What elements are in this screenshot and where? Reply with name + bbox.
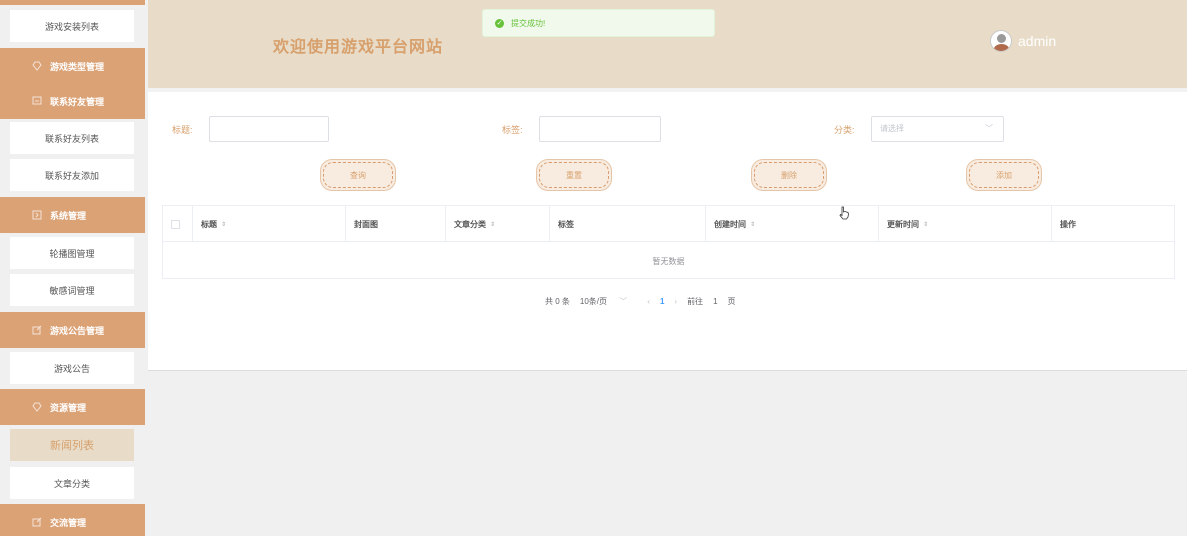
- prev-page-icon[interactable]: ‹: [647, 297, 650, 306]
- sort-icon[interactable]: ⇕: [923, 221, 928, 228]
- sidebar-group-communication[interactable]: 交流管理: [0, 504, 145, 536]
- sidebar-item-article-category[interactable]: 文章分类: [10, 467, 134, 499]
- column-updated-at-label: 更新时间: [887, 219, 919, 229]
- sidebar-item-friend-add[interactable]: 联系好友添加: [10, 159, 134, 191]
- sidebar-group-resources[interactable]: 资源管理: [0, 389, 145, 425]
- column-created-at-label: 创建时间: [714, 219, 746, 229]
- table-header: 标题 ⇕ 封面图 文章分类 ⇕ 标签 创建时间 ⇕ 更新时间 ⇕ 操作: [163, 206, 1174, 242]
- sidebar-item-carousel[interactable]: 轮播图管理: [10, 237, 134, 269]
- sidebar-group-game-type[interactable]: 游戏类型管理: [0, 48, 145, 84]
- chevron-down-icon: ﹀: [619, 297, 628, 306]
- success-toast: ✓ 提交成功!: [482, 9, 715, 37]
- column-tag: 标签: [550, 206, 706, 242]
- column-actions: 操作: [1052, 206, 1174, 242]
- reset-button-label: 重置: [539, 162, 609, 188]
- delete-button-label: 删除: [754, 162, 824, 188]
- sidebar-group-system[interactable]: 系统管理: [0, 197, 145, 233]
- select-all-checkbox[interactable]: [171, 219, 180, 229]
- goto-page-input[interactable]: 1: [713, 297, 717, 306]
- page-size-select[interactable]: 10条/页 ﹀: [580, 296, 637, 307]
- query-button[interactable]: 查询: [320, 159, 396, 191]
- column-created-at[interactable]: 创建时间 ⇕: [706, 206, 879, 242]
- pagination-total: 共 0 条: [545, 297, 570, 306]
- page-title: 欢迎使用游戏平台网站: [273, 39, 444, 56]
- next-page-icon[interactable]: ›: [674, 297, 677, 306]
- column-actions-label: 操作: [1060, 219, 1076, 229]
- sidebar-item-friend-list[interactable]: 联系好友列表: [10, 122, 134, 154]
- news-table: 标题 ⇕ 封面图 文章分类 ⇕ 标签 创建时间 ⇕ 更新时间 ⇕ 操作 暂无数据: [162, 205, 1175, 279]
- check-circle-icon: ✓: [495, 18, 504, 28]
- edit-icon: [32, 517, 42, 527]
- sort-icon[interactable]: ⇕: [490, 221, 495, 228]
- category-label: 分类:: [834, 125, 855, 135]
- reset-button[interactable]: 重置: [536, 159, 612, 191]
- system-icon: [32, 210, 42, 220]
- add-button[interactable]: 添加: [966, 159, 1042, 191]
- hand-cursor-icon: [839, 206, 849, 220]
- goto-suffix: 页: [727, 297, 736, 306]
- username[interactable]: admin: [1018, 33, 1056, 49]
- title-label: 标题:: [172, 125, 193, 135]
- sidebar-group-label: 系统管理: [50, 210, 87, 221]
- sidebar-group-friends[interactable]: 联系好友管理: [0, 83, 145, 119]
- diamond-icon: [32, 61, 42, 71]
- delete-button[interactable]: 删除: [751, 159, 827, 191]
- tag-label: 标签:: [502, 125, 523, 135]
- column-category[interactable]: 文章分类 ⇕: [446, 206, 550, 242]
- sidebar-top-strip: [0, 0, 145, 5]
- sort-icon[interactable]: ⇕: [750, 221, 755, 228]
- sidebar-item-sensitive-words[interactable]: 敏感词管理: [10, 274, 134, 306]
- diamond-icon: [32, 402, 42, 412]
- sidebar-group-label: 游戏类型管理: [50, 61, 105, 72]
- toast-message: 提交成功!: [511, 18, 546, 28]
- select-all-cell: [163, 206, 193, 242]
- tag-input[interactable]: [539, 116, 661, 142]
- chat-icon: [32, 96, 42, 106]
- avatar[interactable]: [990, 30, 1012, 52]
- chevron-down-icon: ﹀: [985, 124, 993, 133]
- column-cover-label: 封面图: [354, 219, 378, 229]
- column-tag-label: 标签: [558, 219, 574, 229]
- column-cover: 封面图: [346, 206, 446, 242]
- sidebar-item-game-announcement[interactable]: 游戏公告: [10, 352, 134, 384]
- title-input[interactable]: [209, 116, 329, 142]
- goto-prefix: 前往: [687, 297, 704, 306]
- user-menu[interactable]: admin: [990, 30, 1056, 52]
- sort-icon[interactable]: ⇕: [221, 221, 226, 228]
- edit-icon: [32, 325, 42, 335]
- page-size-label: 10条/页: [579, 297, 608, 306]
- column-title-label: 标题: [201, 219, 217, 229]
- pagination: 共 0 条 10条/页 ﹀ ‹ 1 › 前往 1 页: [545, 296, 746, 307]
- sidebar-item-news-list[interactable]: 新闻列表: [10, 429, 134, 461]
- column-updated-at[interactable]: 更新时间 ⇕: [879, 206, 1052, 242]
- column-title[interactable]: 标题 ⇕: [193, 206, 346, 242]
- sidebar-group-label: 联系好友管理: [50, 96, 105, 107]
- table-empty-text: 暂无数据: [652, 256, 685, 266]
- query-button-label: 查询: [323, 162, 393, 188]
- add-button-label: 添加: [969, 162, 1039, 188]
- sidebar-group-announcement[interactable]: 游戏公告管理: [0, 312, 145, 348]
- sidebar-group-label: 游戏公告管理: [50, 325, 105, 336]
- sidebar-item-game-install-list[interactable]: 游戏安装列表: [10, 10, 134, 42]
- category-select[interactable]: 请选择 ﹀: [871, 116, 1004, 142]
- column-category-label: 文章分类: [454, 219, 486, 229]
- category-placeholder: 请选择: [880, 124, 904, 133]
- sidebar-group-label: 资源管理: [50, 402, 87, 413]
- sidebar-group-label: 交流管理: [50, 517, 87, 528]
- main-content: 标题: 标签: 分类: 请选择 ﹀ 查询 重置 删除 添加 标题 ⇕ 封面图 文章…: [148, 92, 1187, 371]
- page-number[interactable]: 1: [660, 297, 664, 306]
- sidebar: 游戏安装列表 游戏类型管理 联系好友管理 联系好友列表 联系好友添加 系统管理 …: [0, 0, 145, 536]
